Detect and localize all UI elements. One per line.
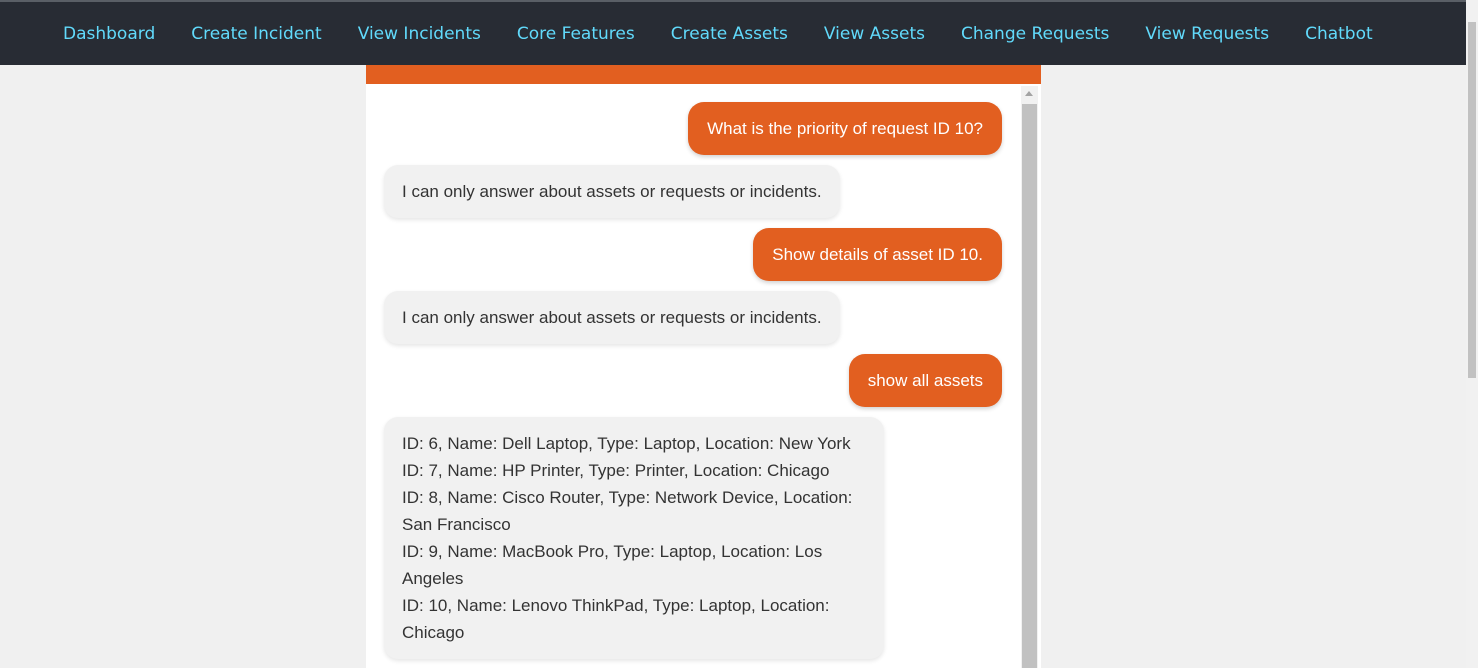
chat-header-bar bbox=[366, 65, 1041, 84]
message-text: show all assets bbox=[867, 371, 983, 390]
chat-window: What is the priority of request ID 10? I… bbox=[366, 65, 1041, 668]
nav-links: Dashboard Create Incident View Incidents… bbox=[63, 2, 1373, 65]
asset-list-item: ID: 10, Name: Lenovo ThinkPad, Type: Lap… bbox=[402, 596, 830, 642]
bot-message-asset-list: ID: 6, Name: Dell Laptop, Type: Laptop, … bbox=[384, 417, 884, 659]
user-message: What is the priority of request ID 10? bbox=[688, 102, 1002, 155]
scroll-up-arrow-icon[interactable] bbox=[1025, 91, 1033, 96]
page-scrollbar-thumb[interactable] bbox=[1468, 22, 1476, 378]
nav-view-incidents[interactable]: View Incidents bbox=[358, 24, 481, 44]
nav-create-assets[interactable]: Create Assets bbox=[671, 24, 788, 44]
nav-view-requests[interactable]: View Requests bbox=[1145, 24, 1269, 44]
asset-list-item: ID: 6, Name: Dell Laptop, Type: Laptop, … bbox=[402, 434, 851, 453]
user-message: Show details of asset ID 10. bbox=[753, 228, 1002, 281]
bot-message: I can only answer about assets or reques… bbox=[384, 291, 840, 344]
nav-create-incident[interactable]: Create Incident bbox=[191, 24, 321, 44]
message-text: I can only answer about assets or reques… bbox=[402, 182, 822, 201]
nav-change-requests[interactable]: Change Requests bbox=[961, 24, 1109, 44]
message-text: I can only answer about assets or reques… bbox=[402, 308, 822, 327]
chat-scrollbar[interactable] bbox=[1021, 86, 1038, 668]
asset-list-item: ID: 7, Name: HP Printer, Type: Printer, … bbox=[402, 461, 830, 480]
top-navbar: Dashboard Create Incident View Incidents… bbox=[0, 0, 1466, 65]
user-message: show all assets bbox=[848, 354, 1002, 407]
chat-scrollbar-thumb[interactable] bbox=[1022, 104, 1037, 668]
nav-chatbot[interactable]: Chatbot bbox=[1305, 24, 1373, 44]
nav-core-features[interactable]: Core Features bbox=[517, 24, 635, 44]
message-text: Show details of asset ID 10. bbox=[772, 245, 983, 264]
message-text: What is the priority of request ID 10? bbox=[707, 119, 983, 138]
asset-list-item: ID: 8, Name: Cisco Router, Type: Network… bbox=[402, 488, 853, 534]
asset-list-item: ID: 9, Name: MacBook Pro, Type: Laptop, … bbox=[402, 542, 823, 588]
page-scrollbar[interactable] bbox=[1466, 0, 1478, 668]
nav-dashboard[interactable]: Dashboard bbox=[63, 24, 155, 44]
bot-message: I can only answer about assets or reques… bbox=[384, 165, 840, 218]
nav-view-assets[interactable]: View Assets bbox=[824, 24, 925, 44]
